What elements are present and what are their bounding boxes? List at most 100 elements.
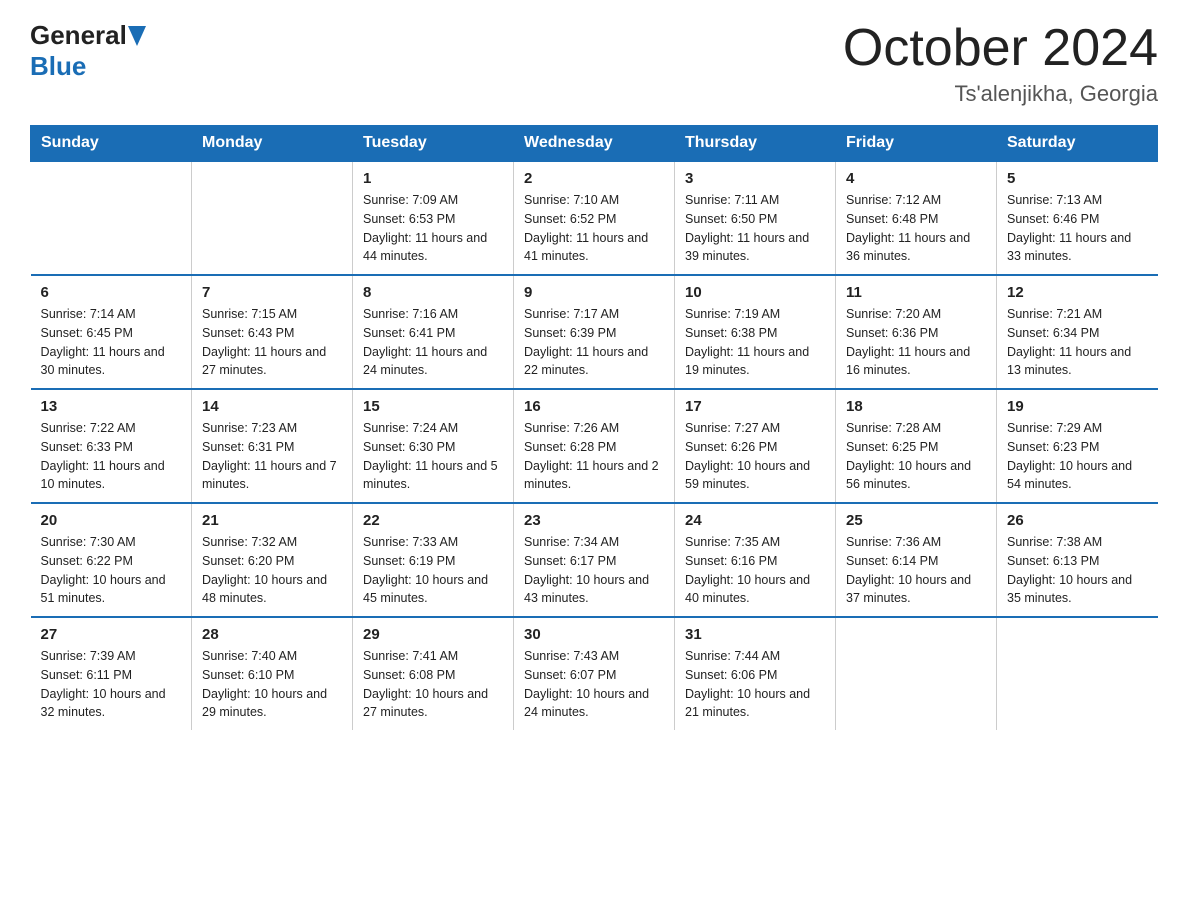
day-number: 12	[1007, 284, 1148, 301]
day-number: 2	[524, 170, 664, 187]
cell-week0-day0	[31, 161, 192, 275]
day-info: Sunrise: 7:32 AM Sunset: 6:20 PM Dayligh…	[202, 533, 342, 608]
col-friday: Friday	[836, 126, 997, 162]
day-info: Sunrise: 7:35 AM Sunset: 6:16 PM Dayligh…	[685, 533, 825, 608]
day-number: 6	[41, 284, 182, 301]
day-number: 13	[41, 398, 182, 415]
day-number: 9	[524, 284, 664, 301]
cell-week3-day3: 23 Sunrise: 7:34 AM Sunset: 6:17 PM Dayli…	[514, 503, 675, 617]
week-row-3: 20 Sunrise: 7:30 AM Sunset: 6:22 PM Dayli…	[31, 503, 1158, 617]
day-number: 14	[202, 398, 342, 415]
cell-week4-day5	[836, 617, 997, 730]
day-number: 31	[685, 626, 825, 643]
day-number: 5	[1007, 170, 1148, 187]
day-number: 11	[846, 284, 986, 301]
day-info: Sunrise: 7:41 AM Sunset: 6:08 PM Dayligh…	[363, 647, 503, 722]
cell-week3-day4: 24 Sunrise: 7:35 AM Sunset: 6:16 PM Dayli…	[675, 503, 836, 617]
day-info: Sunrise: 7:26 AM Sunset: 6:28 PM Dayligh…	[524, 419, 664, 494]
day-number: 30	[524, 626, 664, 643]
day-info: Sunrise: 7:10 AM Sunset: 6:52 PM Dayligh…	[524, 191, 664, 266]
day-info: Sunrise: 7:16 AM Sunset: 6:41 PM Dayligh…	[363, 305, 503, 380]
cell-week2-day1: 14 Sunrise: 7:23 AM Sunset: 6:31 PM Dayli…	[192, 389, 353, 503]
col-saturday: Saturday	[997, 126, 1158, 162]
week-row-4: 27Sunrise: 7:39 AM Sunset: 6:11 PM Dayli…	[31, 617, 1158, 730]
day-number: 20	[41, 512, 182, 529]
day-number: 28	[202, 626, 342, 643]
cell-week3-day5: 25 Sunrise: 7:36 AM Sunset: 6:14 PM Dayli…	[836, 503, 997, 617]
cell-week4-day1: 28 Sunrise: 7:40 AM Sunset: 6:10 PM Dayli…	[192, 617, 353, 730]
cell-week1-day4: 10Sunrise: 7:19 AM Sunset: 6:38 PM Dayli…	[675, 275, 836, 389]
day-number: 16	[524, 398, 664, 415]
day-number: 24	[685, 512, 825, 529]
day-number: 26	[1007, 512, 1148, 529]
cell-week2-day2: 15 Sunrise: 7:24 AM Sunset: 6:30 PM Dayli…	[353, 389, 514, 503]
day-number: 21	[202, 512, 342, 529]
cell-week4-day2: 29 Sunrise: 7:41 AM Sunset: 6:08 PM Dayli…	[353, 617, 514, 730]
cell-week3-day6: 26Sunrise: 7:38 AM Sunset: 6:13 PM Dayli…	[997, 503, 1158, 617]
cell-week0-day1	[192, 161, 353, 275]
day-number: 8	[363, 284, 503, 301]
calendar-body: 1 Sunrise: 7:09 AM Sunset: 6:53 PM Daylig…	[31, 161, 1158, 730]
cell-week4-day3: 30 Sunrise: 7:43 AM Sunset: 6:07 PM Dayli…	[514, 617, 675, 730]
page-header: General Blue October 2024 Ts'alenjikha, …	[30, 20, 1158, 107]
day-number: 1	[363, 170, 503, 187]
week-row-0: 1 Sunrise: 7:09 AM Sunset: 6:53 PM Daylig…	[31, 161, 1158, 275]
day-info: Sunrise: 7:28 AM Sunset: 6:25 PM Dayligh…	[846, 419, 986, 494]
logo-blue-text: Blue	[30, 51, 86, 81]
day-number: 4	[846, 170, 986, 187]
day-info: Sunrise: 7:30 AM Sunset: 6:22 PM Dayligh…	[41, 533, 182, 608]
title-block: October 2024 Ts'alenjikha, Georgia	[843, 20, 1158, 107]
day-info: Sunrise: 7:19 AM Sunset: 6:38 PM Dayligh…	[685, 305, 825, 380]
day-info: Sunrise: 7:17 AM Sunset: 6:39 PM Dayligh…	[524, 305, 664, 380]
col-tuesday: Tuesday	[353, 126, 514, 162]
day-info: Sunrise: 7:22 AM Sunset: 6:33 PM Dayligh…	[41, 419, 182, 494]
cell-week1-day6: 12 Sunrise: 7:21 AM Sunset: 6:34 PM Dayli…	[997, 275, 1158, 389]
day-number: 7	[202, 284, 342, 301]
day-info: Sunrise: 7:21 AM Sunset: 6:34 PM Dayligh…	[1007, 305, 1148, 380]
col-wednesday: Wednesday	[514, 126, 675, 162]
logo-general-text: General	[30, 20, 127, 51]
day-info: Sunrise: 7:20 AM Sunset: 6:36 PM Dayligh…	[846, 305, 986, 380]
day-number: 18	[846, 398, 986, 415]
day-number: 15	[363, 398, 503, 415]
day-info: Sunrise: 7:15 AM Sunset: 6:43 PM Dayligh…	[202, 305, 342, 380]
day-info: Sunrise: 7:44 AM Sunset: 6:06 PM Dayligh…	[685, 647, 825, 722]
cell-week1-day0: 6 Sunrise: 7:14 AM Sunset: 6:45 PM Daylig…	[31, 275, 192, 389]
day-number: 25	[846, 512, 986, 529]
cell-week4-day0: 27Sunrise: 7:39 AM Sunset: 6:11 PM Dayli…	[31, 617, 192, 730]
cell-week1-day1: 7 Sunrise: 7:15 AM Sunset: 6:43 PM Daylig…	[192, 275, 353, 389]
day-number: 17	[685, 398, 825, 415]
cell-week2-day3: 16 Sunrise: 7:26 AM Sunset: 6:28 PM Dayli…	[514, 389, 675, 503]
day-info: Sunrise: 7:34 AM Sunset: 6:17 PM Dayligh…	[524, 533, 664, 608]
day-info: Sunrise: 7:24 AM Sunset: 6:30 PM Dayligh…	[363, 419, 503, 494]
day-info: Sunrise: 7:13 AM Sunset: 6:46 PM Dayligh…	[1007, 191, 1148, 266]
logo: General Blue	[30, 20, 146, 82]
cell-week4-day6	[997, 617, 1158, 730]
day-number: 29	[363, 626, 503, 643]
location-text: Ts'alenjikha, Georgia	[843, 81, 1158, 107]
calendar-header: Sunday Monday Tuesday Wednesday Thursday…	[31, 126, 1158, 162]
day-number: 22	[363, 512, 503, 529]
day-info: Sunrise: 7:27 AM Sunset: 6:26 PM Dayligh…	[685, 419, 825, 494]
cell-week2-day6: 19Sunrise: 7:29 AM Sunset: 6:23 PM Dayli…	[997, 389, 1158, 503]
col-sunday: Sunday	[31, 126, 192, 162]
day-number: 23	[524, 512, 664, 529]
day-info: Sunrise: 7:43 AM Sunset: 6:07 PM Dayligh…	[524, 647, 664, 722]
day-info: Sunrise: 7:14 AM Sunset: 6:45 PM Dayligh…	[41, 305, 182, 380]
day-info: Sunrise: 7:09 AM Sunset: 6:53 PM Dayligh…	[363, 191, 503, 266]
day-info: Sunrise: 7:40 AM Sunset: 6:10 PM Dayligh…	[202, 647, 342, 722]
cell-week0-day5: 4Sunrise: 7:12 AM Sunset: 6:48 PM Daylig…	[836, 161, 997, 275]
day-info: Sunrise: 7:39 AM Sunset: 6:11 PM Dayligh…	[41, 647, 182, 722]
week-row-1: 6 Sunrise: 7:14 AM Sunset: 6:45 PM Daylig…	[31, 275, 1158, 389]
day-info: Sunrise: 7:36 AM Sunset: 6:14 PM Dayligh…	[846, 533, 986, 608]
cell-week3-day0: 20 Sunrise: 7:30 AM Sunset: 6:22 PM Dayli…	[31, 503, 192, 617]
cell-week2-day4: 17 Sunrise: 7:27 AM Sunset: 6:26 PM Dayli…	[675, 389, 836, 503]
cell-week0-day4: 3Sunrise: 7:11 AM Sunset: 6:50 PM Daylig…	[675, 161, 836, 275]
cell-week1-day3: 9 Sunrise: 7:17 AM Sunset: 6:39 PM Daylig…	[514, 275, 675, 389]
header-row: Sunday Monday Tuesday Wednesday Thursday…	[31, 126, 1158, 162]
day-number: 19	[1007, 398, 1148, 415]
day-info: Sunrise: 7:23 AM Sunset: 6:31 PM Dayligh…	[202, 419, 342, 494]
cell-week3-day1: 21 Sunrise: 7:32 AM Sunset: 6:20 PM Dayli…	[192, 503, 353, 617]
day-info: Sunrise: 7:11 AM Sunset: 6:50 PM Dayligh…	[685, 191, 825, 266]
cell-week0-day3: 2 Sunrise: 7:10 AM Sunset: 6:52 PM Daylig…	[514, 161, 675, 275]
